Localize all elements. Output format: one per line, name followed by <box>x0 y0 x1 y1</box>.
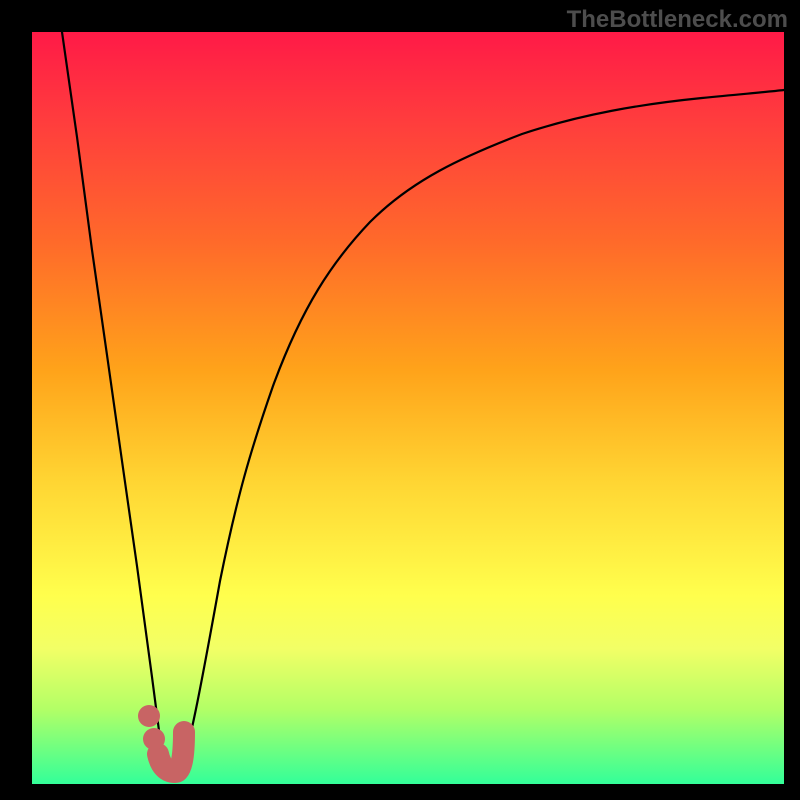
curve-layer <box>32 32 784 784</box>
chart-frame: TheBottleneck.com <box>0 0 800 800</box>
watermark-text: TheBottleneck.com <box>567 6 788 34</box>
plot-area <box>32 32 784 784</box>
marker-dot-lower <box>143 728 165 750</box>
marker-dot-upper <box>138 705 160 727</box>
curve-right-branch <box>182 90 784 769</box>
curve-left-branch <box>62 32 164 769</box>
